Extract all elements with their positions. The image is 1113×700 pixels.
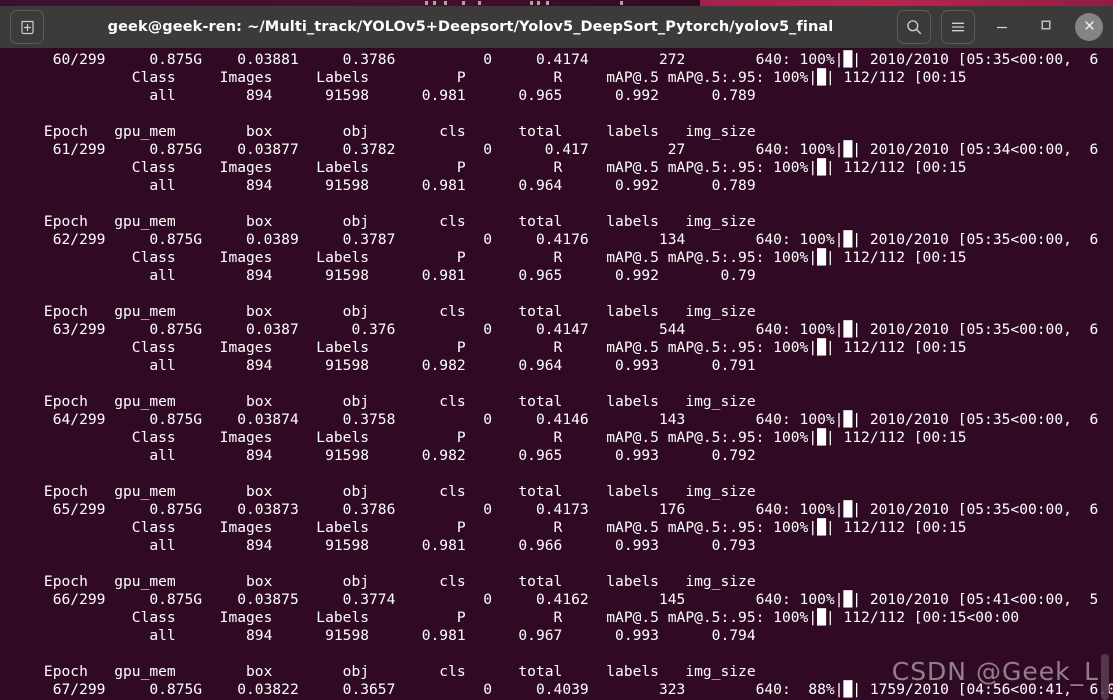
maximize-button[interactable] (1029, 12, 1063, 42)
terminal-line: Class Images Labels P R mAP@.5 mAP@.5:.9… (0, 69, 967, 86)
background-strip-tick (478, 1, 481, 5)
background-strip-tick (425, 1, 428, 5)
terminal-line: 67/299 0.875G 0.03822 0.3657 0 0.4039 32… (0, 681, 1113, 698)
terminal-line: 61/299 0.875G 0.03877 0.3782 0 0.417 27 … (0, 141, 1099, 158)
terminal-line: 63/299 0.875G 0.0387 0.376 0 0.4147 544 … (0, 321, 1099, 338)
terminal-window: geek@geek-ren: ~/Multi_track/YOLOv5+Deep… (0, 0, 1113, 700)
search-button[interactable] (897, 10, 931, 44)
background-strip-tick (530, 1, 533, 5)
terminal-line: all 894 91598 0.982 0.965 0.993 0.792 (0, 447, 756, 464)
terminal-line: all 894 91598 0.981 0.966 0.993 0.793 (0, 537, 756, 554)
terminal-line: Epoch gpu_mem box obj cls total labels i… (0, 303, 756, 320)
terminal-output[interactable]: 60/299 0.875G 0.03881 0.3786 0 0.4174 27… (0, 48, 1113, 700)
hamburger-menu-icon (949, 18, 967, 36)
terminal-line: 66/299 0.875G 0.03875 0.3774 0 0.4162 14… (0, 591, 1099, 608)
close-button[interactable] (1075, 13, 1103, 41)
terminal-line: Epoch gpu_mem box obj cls total labels i… (0, 573, 756, 590)
new-tab-icon (19, 19, 36, 36)
terminal-line: Epoch gpu_mem box obj cls total labels i… (0, 393, 756, 410)
maximize-icon (1038, 17, 1054, 37)
window-title: geek@geek-ren: ~/Multi_track/YOLOv5+Deep… (107, 19, 834, 35)
terminal-line: Epoch gpu_mem box obj cls total labels i… (0, 213, 756, 230)
terminal-line: Class Images Labels P R mAP@.5 mAP@.5:.9… (0, 339, 967, 356)
terminal-scrollbar[interactable] (1101, 654, 1109, 700)
terminal-line: Class Images Labels P R mAP@.5 mAP@.5:.9… (0, 159, 967, 176)
background-strip-tick (620, 1, 623, 5)
background-strip-tick (537, 1, 540, 5)
terminal-line: 60/299 0.875G 0.03881 0.3786 0 0.4174 27… (0, 51, 1099, 68)
terminal-line: Epoch gpu_mem box obj cls total labels i… (0, 123, 756, 140)
terminal-line: Epoch gpu_mem box obj cls total labels i… (0, 483, 756, 500)
terminal-line: all 894 91598 0.981 0.965 0.992 0.789 (0, 87, 756, 104)
terminal-line: Epoch gpu_mem box obj cls total labels i… (0, 663, 756, 680)
close-icon (1082, 18, 1097, 37)
titlebar-controls (897, 10, 1103, 44)
terminal-line: 65/299 0.875G 0.03873 0.3786 0 0.4173 17… (0, 501, 1099, 518)
terminal-line: Class Images Labels P R mAP@.5 mAP@.5:.9… (0, 609, 1020, 626)
terminal-line: all 894 91598 0.982 0.964 0.993 0.791 (0, 357, 756, 374)
terminal-line: all 894 91598 0.981 0.967 0.993 0.794 (0, 627, 756, 644)
terminal-line: Class Images Labels P R mAP@.5 mAP@.5:.9… (0, 429, 967, 446)
terminal-line: all 894 91598 0.981 0.964 0.992 0.789 (0, 177, 756, 194)
background-strip-tick (444, 1, 447, 5)
terminal-line: all 894 91598 0.981 0.965 0.992 0.79 (0, 267, 756, 284)
search-icon (905, 18, 923, 36)
titlebar: geek@geek-ren: ~/Multi_track/YOLOv5+Deep… (0, 6, 1113, 48)
menu-button[interactable] (941, 10, 975, 44)
new-tab-button[interactable] (10, 10, 44, 44)
minimize-button[interactable] (985, 12, 1019, 42)
background-strip-tick (462, 1, 465, 5)
background-strip-tick (546, 1, 549, 5)
terminal-line: 64/299 0.875G 0.03874 0.3758 0 0.4146 14… (0, 411, 1099, 428)
terminal-text-buffer: 60/299 0.875G 0.03881 0.3786 0 0.4174 27… (0, 51, 1113, 699)
minimize-icon (994, 17, 1010, 37)
background-strip-tick (433, 1, 436, 5)
terminal-line: Class Images Labels P R mAP@.5 mAP@.5:.9… (0, 249, 967, 266)
terminal-line: Class Images Labels P R mAP@.5 mAP@.5:.9… (0, 519, 967, 536)
terminal-line: 62/299 0.875G 0.0389 0.3787 0 0.4176 134… (0, 231, 1099, 248)
